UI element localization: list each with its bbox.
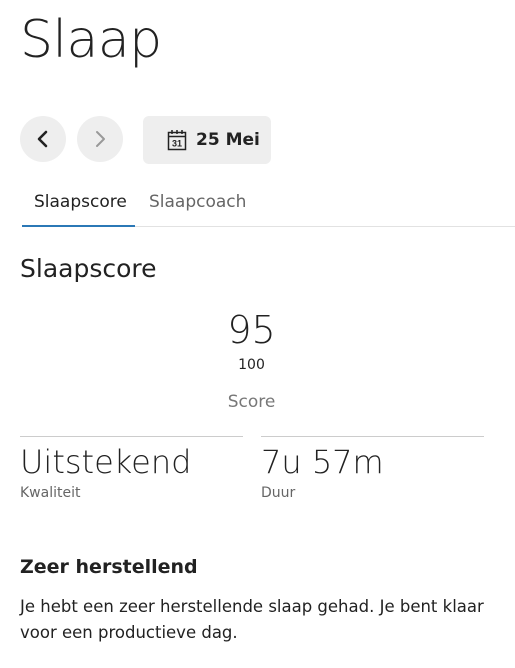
tab-slaapcoach[interactable]: Slaapcoach [149,186,246,227]
quality-value: Uitstekend [20,443,192,481]
score-value: 95 [227,308,276,352]
summary-heading: Zeer herstellend [20,556,198,578]
summary-text: Je hebt een zeer herstellende slaap geha… [20,597,484,642]
tab-slaapscore[interactable]: Slaapscore [22,186,135,227]
duration-stat: 7u 57m Duur [261,436,484,501]
calendar-icon: 31 [167,130,187,151]
chevron-right-icon [96,131,105,147]
tab-bar: Slaapscore Slaapcoach [22,186,515,227]
previous-day-button[interactable] [20,116,66,162]
date-label: 25 Mei [196,130,260,150]
chevron-left-icon [37,130,48,148]
calendar-day-number: 31 [172,139,182,149]
sleep-page: Slaap 31 25 Mei Slaapscore Slaapcoach Sl… [0,0,515,668]
date-picker-button[interactable]: 31 25 Mei [143,116,271,164]
score-max: 100 [238,357,265,373]
quality-stat: Uitstekend Kwaliteit [20,436,243,501]
duration-value: 7u 57m [261,443,384,481]
section-title: Slaapscore [20,254,157,283]
duration-caption: Duur [261,485,296,501]
score-label: Score [227,392,276,412]
page-title: Slaap [20,10,162,70]
next-day-button[interactable] [77,116,123,162]
quality-caption: Kwaliteit [20,485,81,501]
